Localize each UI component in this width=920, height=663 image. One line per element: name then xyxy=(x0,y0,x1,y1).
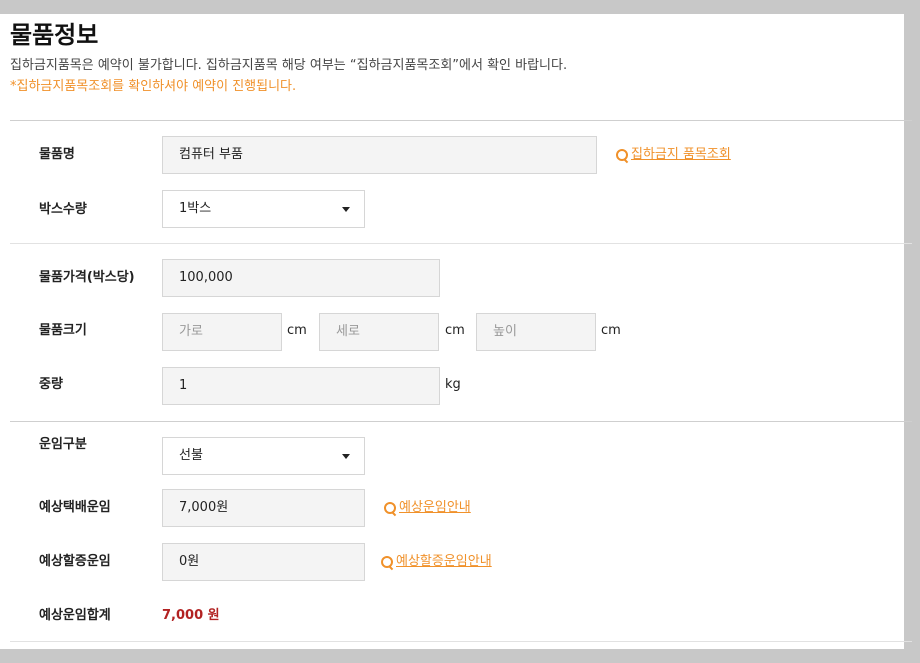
width-unit: cm xyxy=(287,323,307,338)
search-icon xyxy=(380,555,394,571)
section-divider xyxy=(10,243,912,244)
item-price-input[interactable]: 100,000 xyxy=(162,259,440,297)
width-input[interactable]: 가로 xyxy=(162,313,282,351)
height-unit: cm xyxy=(601,323,621,338)
item-name-input[interactable]: 컴퓨터 부품 xyxy=(162,136,597,174)
weight-unit: kg xyxy=(445,377,461,392)
weight-label: 중량 xyxy=(39,377,63,392)
fare-type-selected: 선불 xyxy=(179,448,203,463)
item-size-label: 물품크기 xyxy=(39,323,87,338)
search-icon xyxy=(383,501,397,517)
expected-fare-label: 예상택배운임 xyxy=(39,500,111,515)
length-unit: cm xyxy=(445,323,465,338)
box-count-selected: 1박스 xyxy=(179,201,212,216)
section-divider xyxy=(10,641,912,642)
restriction-notice: *집하금지품목조회를 확인하셔야 예약이 진행됩니다. xyxy=(10,79,297,94)
caret-down-icon xyxy=(342,207,350,212)
box-count-select[interactable]: 1박스 xyxy=(162,190,365,228)
surcharge-guide-link[interactable]: 예상할증운임안내 xyxy=(380,553,492,571)
total-fare-label: 예상운임합계 xyxy=(39,608,111,623)
search-icon xyxy=(615,148,629,164)
fare-type-label: 운임구분 xyxy=(39,437,87,452)
section-divider xyxy=(10,421,912,422)
surcharge-guide-label: 예상할증운임안내 xyxy=(396,554,492,569)
surcharge-field: 0원 xyxy=(162,543,365,581)
total-fare-value: 7,000 원 xyxy=(162,608,220,623)
expected-fare-field: 7,000원 xyxy=(162,489,365,527)
surcharge-label: 예상할증운임 xyxy=(39,554,111,569)
item-name-label: 물품명 xyxy=(39,147,75,162)
item-price-label: 물품가격(박스당) xyxy=(39,270,135,285)
box-count-label: 박스수량 xyxy=(39,202,87,217)
restriction-description: 집하금지품목은 예약이 불가합니다. 집하금지품목 해당 여부는 “집하금지품목… xyxy=(10,58,568,73)
page-title: 물품정보 xyxy=(10,21,99,49)
section-divider xyxy=(10,120,912,121)
weight-input[interactable]: 1 xyxy=(162,367,440,405)
expected-fare-guide-link[interactable]: 예상운임안내 xyxy=(383,499,471,517)
fare-type-select[interactable]: 선불 xyxy=(162,437,365,475)
length-input[interactable]: 세로 xyxy=(319,313,439,351)
restricted-items-search-link[interactable]: 집하금지 품목조회 xyxy=(615,146,731,164)
height-input[interactable]: 높이 xyxy=(476,313,596,351)
restricted-items-search-label: 집하금지 품목조회 xyxy=(631,147,731,162)
caret-down-icon xyxy=(342,454,350,459)
expected-fare-guide-label: 예상운임안내 xyxy=(399,500,471,515)
